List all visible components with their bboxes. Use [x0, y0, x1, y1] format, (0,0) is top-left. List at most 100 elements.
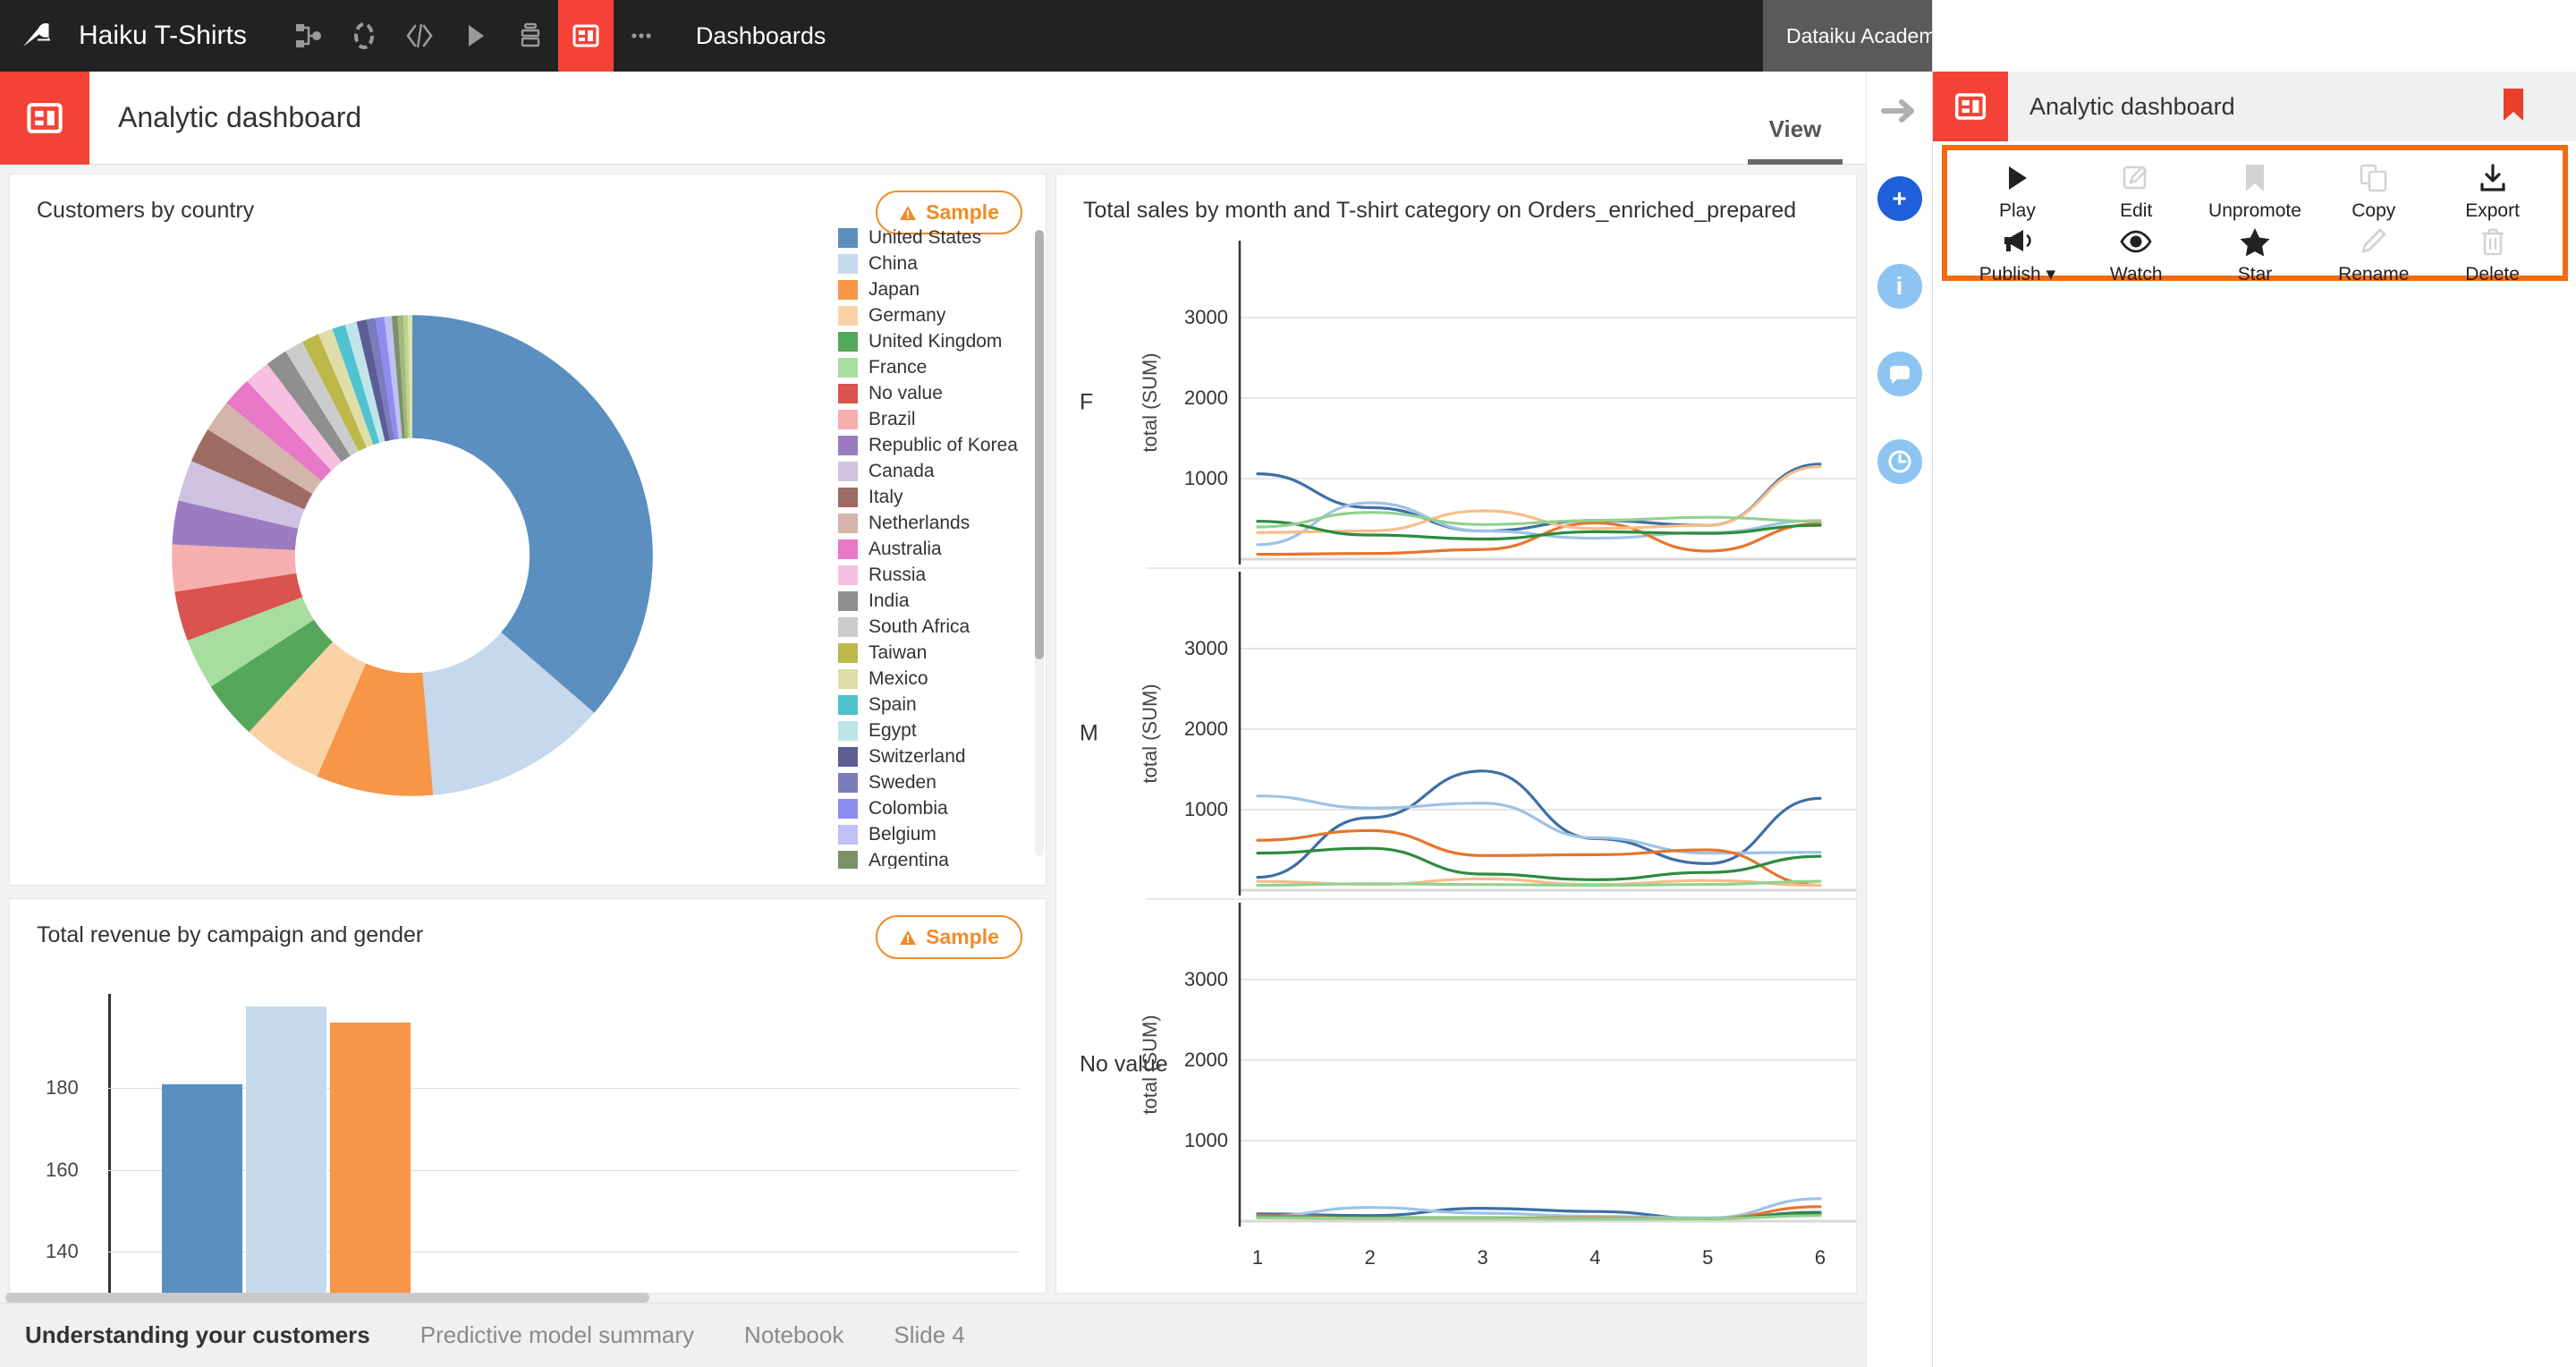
info-icon[interactable]: i [1875, 261, 1925, 311]
donut-chart[interactable] [10, 225, 815, 886]
legend-item[interactable]: Spain [838, 692, 1031, 717]
bar[interactable] [246, 1006, 326, 1293]
legend-item[interactable]: Republic of Korea [838, 432, 1031, 458]
action-watch-button[interactable]: Watch [2077, 222, 2196, 285]
legend-scrollbar[interactable] [1035, 230, 1044, 856]
slide-tab[interactable]: Predictive model summary [420, 1321, 694, 1349]
y-axis-tick-label: 140 [46, 1240, 79, 1263]
legend-swatch [838, 851, 858, 870]
action-label: Rename [2338, 264, 2409, 285]
legend-item[interactable]: United Kingdom [838, 328, 1031, 354]
bookmark-filled-icon[interactable] [2500, 87, 2527, 127]
project-name[interactable]: Haiku T-Shirts [79, 21, 247, 51]
legend-label: Netherlands [869, 513, 970, 534]
legend-label: United Kingdom [869, 331, 1002, 352]
left-column: Customers by country Sample United State… [9, 174, 1046, 1294]
action-label: Export [2465, 200, 2520, 222]
legend-label: Sweden [869, 772, 936, 794]
legend-item[interactable]: Switzerland [838, 743, 1031, 769]
donut-legend[interactable]: United StatesChinaJapanGermany United Kin… [829, 225, 1031, 869]
legend-item[interactable]: China [838, 250, 1031, 276]
donut-slice[interactable] [412, 315, 653, 713]
legend-swatch [838, 591, 858, 611]
x-axis-tick-label: 4 [1589, 1246, 1600, 1269]
warning-icon [899, 205, 917, 221]
y-axis-title: total (SUM) [1139, 331, 1162, 474]
legend-item[interactable]: No value [838, 380, 1031, 406]
legend-label: South Africa [869, 616, 970, 638]
jobs-icon[interactable] [447, 0, 503, 72]
action-star-button[interactable]: Star [2196, 222, 2315, 285]
line-series[interactable] [1258, 523, 1820, 555]
horizontal-scrollbar[interactable] [5, 1293, 649, 1303]
more-icon[interactable] [614, 0, 669, 72]
legend-label: India [869, 590, 910, 612]
code-icon[interactable] [392, 0, 447, 72]
dashboard-icon[interactable] [0, 72, 89, 165]
legend-item[interactable]: Mexico [838, 666, 1031, 692]
collapse-panel-icon[interactable] [1875, 86, 1925, 136]
legend-label: No value [869, 383, 943, 404]
legend-item[interactable]: Russia [838, 562, 1031, 588]
legend-swatch [838, 332, 858, 352]
action-label: Delete [2465, 264, 2520, 285]
x-axis-tick-label: 3 [1477, 1246, 1487, 1269]
action-publish-button[interactable]: Publish ▾ [1958, 222, 2077, 285]
history-icon[interactable] [1875, 437, 1925, 487]
legend-item[interactable]: Belgium [838, 821, 1031, 847]
flow-icon[interactable] [281, 0, 336, 72]
legend-label: Spain [869, 694, 917, 716]
legend-item[interactable]: Australia [838, 536, 1031, 562]
edit-square-icon [2121, 159, 2151, 197]
action-unpromote-button: Unpromote [2196, 159, 2315, 222]
legend-item[interactable]: Italy [838, 484, 1031, 510]
copy-icon [2359, 159, 2389, 197]
legend-swatch [838, 695, 858, 715]
legend-item[interactable]: Colombia [838, 795, 1031, 821]
dataiku-bird-logo-icon [18, 16, 57, 55]
slide-tab[interactable]: Notebook [744, 1321, 843, 1349]
legend-item[interactable]: Germany [838, 302, 1031, 328]
legend-item[interactable]: Taiwan [838, 640, 1031, 666]
bar-chart[interactable]: 140160180 [10, 971, 1046, 1293]
nav-icon-group [281, 0, 669, 72]
action-delete-button: Delete [2433, 222, 2552, 285]
y-axis-title: total (SUM) [1139, 662, 1162, 805]
right-details-panel: Analytic dashboard PlayEditUnpromoteCopy… [1932, 0, 2576, 1367]
action-play-button[interactable]: Play [1958, 159, 2077, 222]
legend-item[interactable]: Canada [838, 458, 1031, 484]
action-rename-button: Rename [2314, 222, 2433, 285]
legend-item[interactable]: Brazil [838, 406, 1031, 432]
comments-icon[interactable] [1875, 349, 1925, 399]
line-chart[interactable]: 100020003000Ftotal (SUM)100020003000Mtot… [1056, 225, 1856, 1293]
dashboard-icon-glyph [1953, 89, 1988, 124]
legend-swatch [838, 436, 858, 455]
legend-item[interactable]: India [838, 588, 1031, 614]
legend-item[interactable]: Egypt [838, 717, 1031, 743]
action-export-button[interactable]: Export [2433, 159, 2552, 222]
dashboards-icon[interactable] [558, 0, 614, 72]
legend-item[interactable]: Argentina [838, 847, 1031, 869]
legend-item[interactable]: United States [838, 225, 1031, 250]
legend-label: Italy [869, 487, 903, 508]
arrow-right-icon [1880, 96, 1919, 126]
slide-tab[interactable]: Understanding your customers [25, 1321, 370, 1349]
legend-item[interactable]: Netherlands [838, 510, 1031, 536]
bar[interactable] [162, 1084, 242, 1293]
lab-icon[interactable] [336, 0, 392, 72]
sample-badge[interactable]: Sample [876, 915, 1022, 959]
slide-tab[interactable]: Slide 4 [894, 1321, 965, 1349]
legend-item[interactable]: Sweden [838, 769, 1031, 795]
tab-view[interactable]: View [1748, 72, 1843, 165]
page-title: Analytic dashboard [118, 101, 361, 134]
legend-swatch [838, 669, 858, 689]
dataiku-bird-logo[interactable] [0, 0, 75, 72]
legend-item[interactable]: France [838, 354, 1031, 380]
legend-item[interactable]: Japan [838, 276, 1031, 302]
dashboard-icon[interactable] [1933, 72, 2008, 141]
bar[interactable] [330, 1023, 411, 1293]
line-series[interactable] [1258, 771, 1820, 878]
legend-item[interactable]: South Africa [838, 614, 1031, 640]
automation-icon[interactable] [503, 0, 558, 72]
add-icon[interactable]: + [1875, 174, 1925, 224]
